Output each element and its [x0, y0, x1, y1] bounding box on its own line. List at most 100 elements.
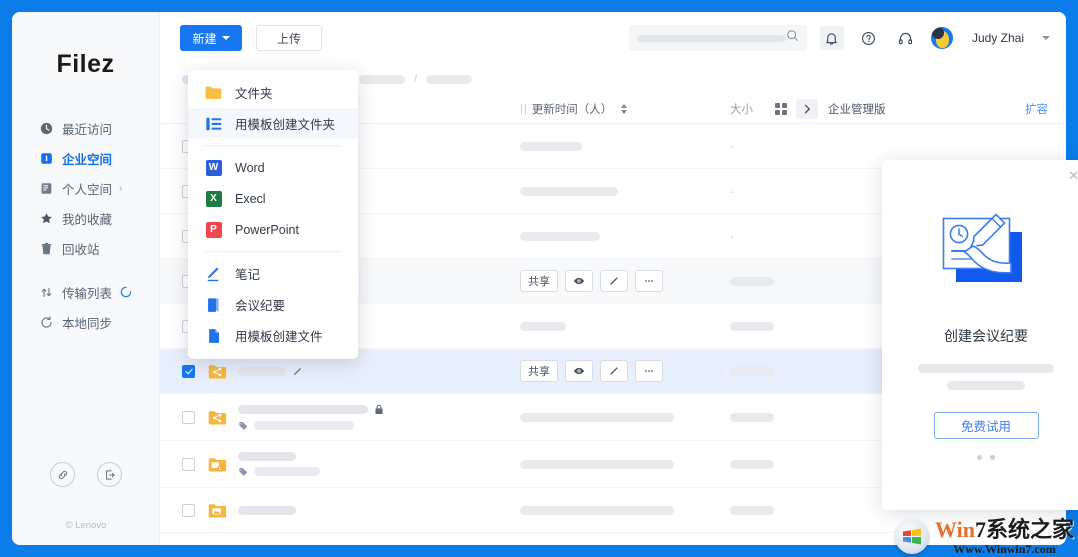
star-icon [38, 210, 54, 226]
help-icon[interactable] [857, 26, 881, 50]
row-name [238, 366, 303, 377]
free-trial-button[interactable]: 免费试用 [933, 412, 1039, 439]
row-time-value [520, 459, 674, 469]
menu-item-template-folder[interactable]: 用模板创建文件夹 [188, 108, 358, 139]
windows-logo-icon [895, 520, 930, 554]
upload-button[interactable]: 上传 [256, 25, 322, 51]
drag-handle-icon[interactable]: | | [520, 103, 527, 115]
row-name [238, 451, 320, 477]
clock-icon [38, 120, 54, 136]
transfer-icon [38, 284, 54, 300]
menu-item-label: 用模板创建文件夹 [235, 118, 336, 132]
row-size-value [730, 366, 774, 376]
sort-toggle-icon[interactable] [621, 103, 628, 114]
row-time-value [520, 186, 618, 196]
sidebar-item-personal[interactable]: 个人空间 › [12, 173, 159, 203]
lock-icon [374, 404, 384, 415]
sidebar: Filez 最近访问 企业空间 个人空间 › 我的收藏 回收站 传输列表 本地同… [12, 12, 160, 545]
ellipsis-icon[interactable] [635, 270, 663, 292]
search-input-value [636, 34, 786, 42]
promo-title: 创建会议纪要 [944, 328, 1028, 344]
bell-icon[interactable] [819, 26, 844, 50]
menu-item-label: 笔记 [235, 268, 261, 282]
powerpoint-icon: P [204, 220, 223, 239]
eye-icon[interactable] [565, 270, 593, 292]
headset-icon[interactable] [894, 26, 918, 50]
expand-storage-link[interactable]: 扩容 [1025, 101, 1048, 117]
menu-item-label: 会议纪要 [235, 299, 286, 313]
user-menu-chevron-down-icon[interactable] [1042, 36, 1050, 40]
menu-item-word[interactable]: W Word [188, 152, 358, 183]
row-checkbox[interactable] [182, 503, 195, 517]
template-folder-icon [204, 114, 223, 133]
rename-pencil-icon[interactable] [292, 366, 303, 377]
menu-item-excel[interactable]: X Execl [188, 183, 358, 214]
menu-item-label: 用模板创建文件 [235, 330, 323, 344]
avatar[interactable] [930, 27, 953, 49]
logout-icon[interactable] [97, 462, 122, 487]
row-checkbox[interactable] [182, 457, 195, 471]
folder-icon [204, 83, 223, 102]
sidebar-item-recent[interactable]: 最近访问 [12, 113, 159, 143]
share-button[interactable]: 共享 [520, 360, 558, 382]
row-size-value [730, 412, 774, 422]
pencil-icon[interactable] [600, 360, 628, 382]
link-icon[interactable] [50, 462, 75, 487]
chevron-right-icon[interactable]: › [119, 183, 122, 194]
eye-icon[interactable] [565, 360, 593, 382]
row-checkbox[interactable] [182, 364, 195, 378]
sidebar-item-transfer-list[interactable]: 传输列表 [12, 277, 159, 307]
carousel-dot[interactable] [977, 455, 982, 460]
menu-item-template-file[interactable]: 用模板创建文件 [188, 320, 358, 351]
hand-writing-minutes-illustration [934, 206, 1038, 298]
plan-name-label: 企业管理版 [828, 103, 886, 116]
search-input[interactable] [628, 25, 807, 51]
breadcrumb-item[interactable] [426, 74, 473, 84]
share-button[interactable]: 共享 [520, 270, 558, 292]
sidebar-item-local-sync[interactable]: 本地同步 [12, 307, 159, 337]
loading-spinner-icon [120, 286, 132, 298]
row-action-buttons: 共享 [520, 270, 663, 292]
template-file-icon [204, 326, 223, 345]
column-header-time[interactable]: | | 更新时间（人） [520, 101, 628, 117]
sync-icon [38, 314, 54, 330]
column-header-size-label: 大小 [730, 103, 753, 116]
row-time-value [520, 505, 674, 515]
menu-item-meeting-minutes[interactable]: 会议纪要 [188, 289, 358, 320]
sidebar-bottom-buttons [12, 462, 160, 487]
menu-divider [204, 251, 342, 252]
menu-item-label: PowerPoint [235, 222, 299, 237]
watermark-main-pre: Win [935, 517, 975, 542]
sidebar-item-label: 传输列表 [62, 286, 113, 301]
header-divider [815, 100, 816, 118]
sidebar-item-trash[interactable]: 回收站 [12, 233, 159, 263]
menu-item-note[interactable]: 笔记 [188, 258, 358, 289]
menu-item-label: Word [235, 160, 265, 175]
menu-item-folder[interactable]: 文件夹 [188, 77, 358, 108]
promo-card: ✕ 创建会议纪要 免费试用 [882, 160, 1078, 510]
row-name [238, 404, 384, 431]
pencil-icon[interactable] [600, 270, 628, 292]
menu-item-powerpoint[interactable]: P PowerPoint [188, 214, 358, 245]
app-logo: Filez [56, 50, 115, 78]
sidebar-item-label: 回收站 [62, 242, 100, 257]
breadcrumb-item[interactable] [359, 74, 406, 84]
row-size-value [730, 505, 774, 515]
tag-icon [238, 421, 248, 431]
watermark-main-post: 系统之家 [985, 517, 1074, 542]
grid-view-icon[interactable] [770, 99, 792, 119]
row-size-value: · [730, 138, 735, 154]
sidebar-item-favorites[interactable]: 我的收藏 [12, 203, 159, 233]
menu-item-label: Execl [235, 191, 266, 206]
row-size-value: · [730, 183, 735, 199]
row-size-value [730, 276, 774, 286]
row-checkbox[interactable] [182, 410, 195, 424]
close-icon[interactable]: ✕ [1068, 169, 1078, 182]
carousel-dot[interactable] [990, 455, 995, 460]
new-button[interactable]: 新建 [180, 25, 242, 51]
enterprise-icon [38, 150, 54, 166]
view-toggle-group [770, 98, 818, 119]
ellipsis-icon[interactable] [635, 360, 663, 382]
sidebar-item-enterprise[interactable]: 企业空间 [12, 143, 159, 173]
search-icon[interactable] [786, 29, 799, 47]
